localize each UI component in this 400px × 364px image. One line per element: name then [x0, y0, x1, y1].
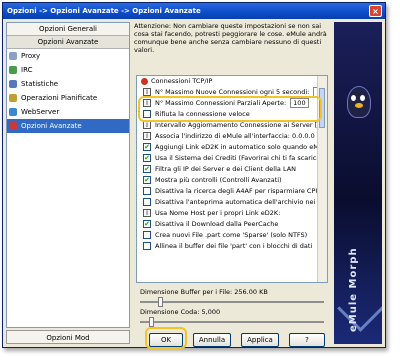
mascot-icon: [347, 86, 371, 118]
irc-icon: [9, 66, 17, 74]
setting-label: Intervallo Aggiornamento Connessione ai …: [155, 121, 327, 129]
setting-label: Disattiva l'anteprima automatica dell'ar…: [155, 198, 327, 206]
window-title: Opzioni -> Opzioni Avanzate -> Opzioni A…: [7, 7, 201, 15]
sidebar-item-label: Proxy: [21, 52, 41, 60]
sidebar-item-label: Opzioni Avanzate: [21, 122, 82, 130]
setting-label: Filtra gli IP dei Server e dei Client de…: [155, 165, 297, 173]
emule-morph-banner: eMule Morph: [334, 22, 382, 344]
settings-group-tcpip[interactable]: Connessioni TCP/IP: [137, 76, 327, 87]
setting-label: Associa l'indirizzo di eMule all'interfa…: [155, 132, 315, 140]
setting-checkbox-row[interactable]: Disattiva l'anteprima automatica dell'ar…: [137, 197, 327, 208]
slider-track: [140, 321, 324, 323]
options-dialog: Opzioni -> Opzioni Avanzate -> Opzioni A…: [2, 2, 386, 349]
setting-text-row[interactable]: I Usa Nome Host per i propri Link eD2K:: [137, 208, 327, 219]
advanced-settings-area: Attenzione: Non cambiare queste impostaz…: [134, 22, 330, 328]
title-bar[interactable]: Opzioni -> Opzioni Avanzate -> Opzioni A…: [3, 3, 385, 19]
mascot-eye: [360, 95, 365, 101]
network-group-icon: [141, 78, 148, 85]
warning-text: Attenzione: Non cambiare queste impostaz…: [134, 22, 327, 54]
sidebar-item-label: IRC: [21, 66, 33, 74]
tab-general-options[interactable]: Opzioni Generali: [7, 23, 129, 36]
apply-button[interactable]: Applica: [241, 333, 279, 347]
setting-label: Disattiva il Download dalla PeerCache: [155, 220, 279, 228]
close-icon: ×: [372, 7, 379, 16]
sidebar-item-proxy[interactable]: Proxy: [7, 49, 129, 63]
slider-knob[interactable]: [148, 317, 154, 327]
sidebar-item-irc[interactable]: IRC: [7, 63, 129, 77]
sidebar-item-webserver[interactable]: WebServer: [7, 105, 129, 119]
mod-options-button[interactable]: Opzioni Mod: [6, 330, 130, 344]
checkbox-checked[interactable]: ✔: [143, 165, 151, 173]
checkbox-checked[interactable]: ✔: [143, 220, 151, 228]
mascot-beak: [355, 103, 363, 108]
setting-checkbox-row[interactable]: Allinea il buffer dei file 'part' con i …: [137, 241, 327, 252]
statistics-icon: [9, 80, 17, 88]
checkbox-unchecked[interactable]: [143, 231, 151, 239]
setting-checkbox-row[interactable]: ✔ Disattiva il Download dalla PeerCache: [137, 219, 327, 230]
text-setting-icon[interactable]: I: [143, 121, 151, 129]
options-category-panel: Opzioni Generali Opzioni Avanzate Proxy I…: [6, 22, 130, 328]
setting-label: Mostra più controlli (Controlli Avanzati…: [155, 176, 282, 184]
setting-label: N° Massimo Nuove Connessioni ogni 5 seco…: [155, 88, 310, 96]
tab-advanced-options[interactable]: Opzioni Avanzate: [7, 36, 129, 49]
setting-label: Aggiungi Link eD2K in automatico solo qu…: [155, 143, 327, 151]
queue-size-slider[interactable]: [140, 317, 324, 327]
sidebar-item-label: WebServer: [21, 108, 60, 116]
setting-text-row[interactable]: I Associa l'indirizzo di eMule all'interf…: [137, 131, 327, 142]
text-setting-icon[interactable]: I: [143, 209, 151, 217]
sidebar-item-label: Operazioni Pianificate: [21, 94, 98, 102]
buffer-size-label: Dimensione Buffer per i File: 256.00 KB: [140, 288, 268, 296]
mascot-eye: [351, 95, 356, 101]
text-setting-icon[interactable]: I: [143, 132, 151, 140]
checkbox-unchecked[interactable]: [143, 187, 151, 195]
sidebar-item-label: Statistiche: [21, 80, 59, 88]
setting-label: Usa Nome Host per i propri Link eD2K:: [155, 209, 281, 217]
setting-checkbox-row[interactable]: ✔ Filtra gli IP dei Server e dei Client d…: [137, 164, 327, 175]
proxy-icon: [9, 52, 17, 60]
cancel-button[interactable]: Annulla: [193, 333, 231, 347]
help-button[interactable]: ?: [289, 333, 325, 347]
setting-label: Crea nuovi File .part come 'Sparse' (sol…: [155, 231, 308, 239]
banner-logo-text: eMule Morph: [348, 247, 359, 332]
setting-checkbox-row[interactable]: Disattiva la ricerca degli A4AF per risp…: [137, 186, 327, 197]
advanced-options-icon: [9, 122, 17, 130]
ok-button[interactable]: OK: [149, 333, 183, 347]
sidebar-item-statistiche[interactable]: Statistiche: [7, 77, 129, 91]
setting-checkbox-row[interactable]: ✔ Mostra più controlli (Controlli Avanzat…: [137, 175, 327, 186]
sidebar-item-opzioni-avanzate[interactable]: Opzioni Avanzate: [7, 119, 129, 133]
slider-track: [140, 301, 324, 303]
setting-checkbox-row[interactable]: Crea nuovi File .part come 'Sparse' (sol…: [137, 230, 327, 241]
buffer-size-slider[interactable]: [140, 297, 324, 307]
setting-label: Usa il Sistema dei Crediti (Favorirai ch…: [155, 154, 327, 162]
checkbox-unchecked[interactable]: [143, 198, 151, 206]
sidebar-item-operazioni-pianificate[interactable]: Operazioni Pianificate: [7, 91, 129, 105]
close-button[interactable]: ×: [369, 5, 382, 17]
checkbox-checked[interactable]: ✔: [143, 143, 151, 151]
queue-size-label: Dimensione Coda: 5,000: [140, 308, 221, 316]
checkbox-unchecked[interactable]: [143, 242, 151, 250]
highlight-ring: [138, 96, 322, 122]
text-setting-icon[interactable]: I: [143, 88, 151, 96]
setting-checkbox-row[interactable]: ✔ Usa il Sistema dei Crediti (Favorirai c…: [137, 153, 327, 164]
setting-label: Allinea il buffer dei file 'part' con i …: [155, 242, 313, 250]
checkbox-checked[interactable]: ✔: [143, 176, 151, 184]
settings-group-label: Connessioni TCP/IP: [151, 77, 213, 85]
setting-label: Disattiva la ricerca degli A4AF per risp…: [155, 187, 321, 195]
webserver-icon: [9, 108, 17, 116]
scheduler-icon: [9, 94, 17, 102]
checkbox-checked[interactable]: ✔: [143, 154, 151, 162]
setting-checkbox-row[interactable]: ✔ Aggiungi Link eD2K in automatico solo q…: [137, 142, 327, 153]
slider-knob[interactable]: [157, 297, 163, 307]
